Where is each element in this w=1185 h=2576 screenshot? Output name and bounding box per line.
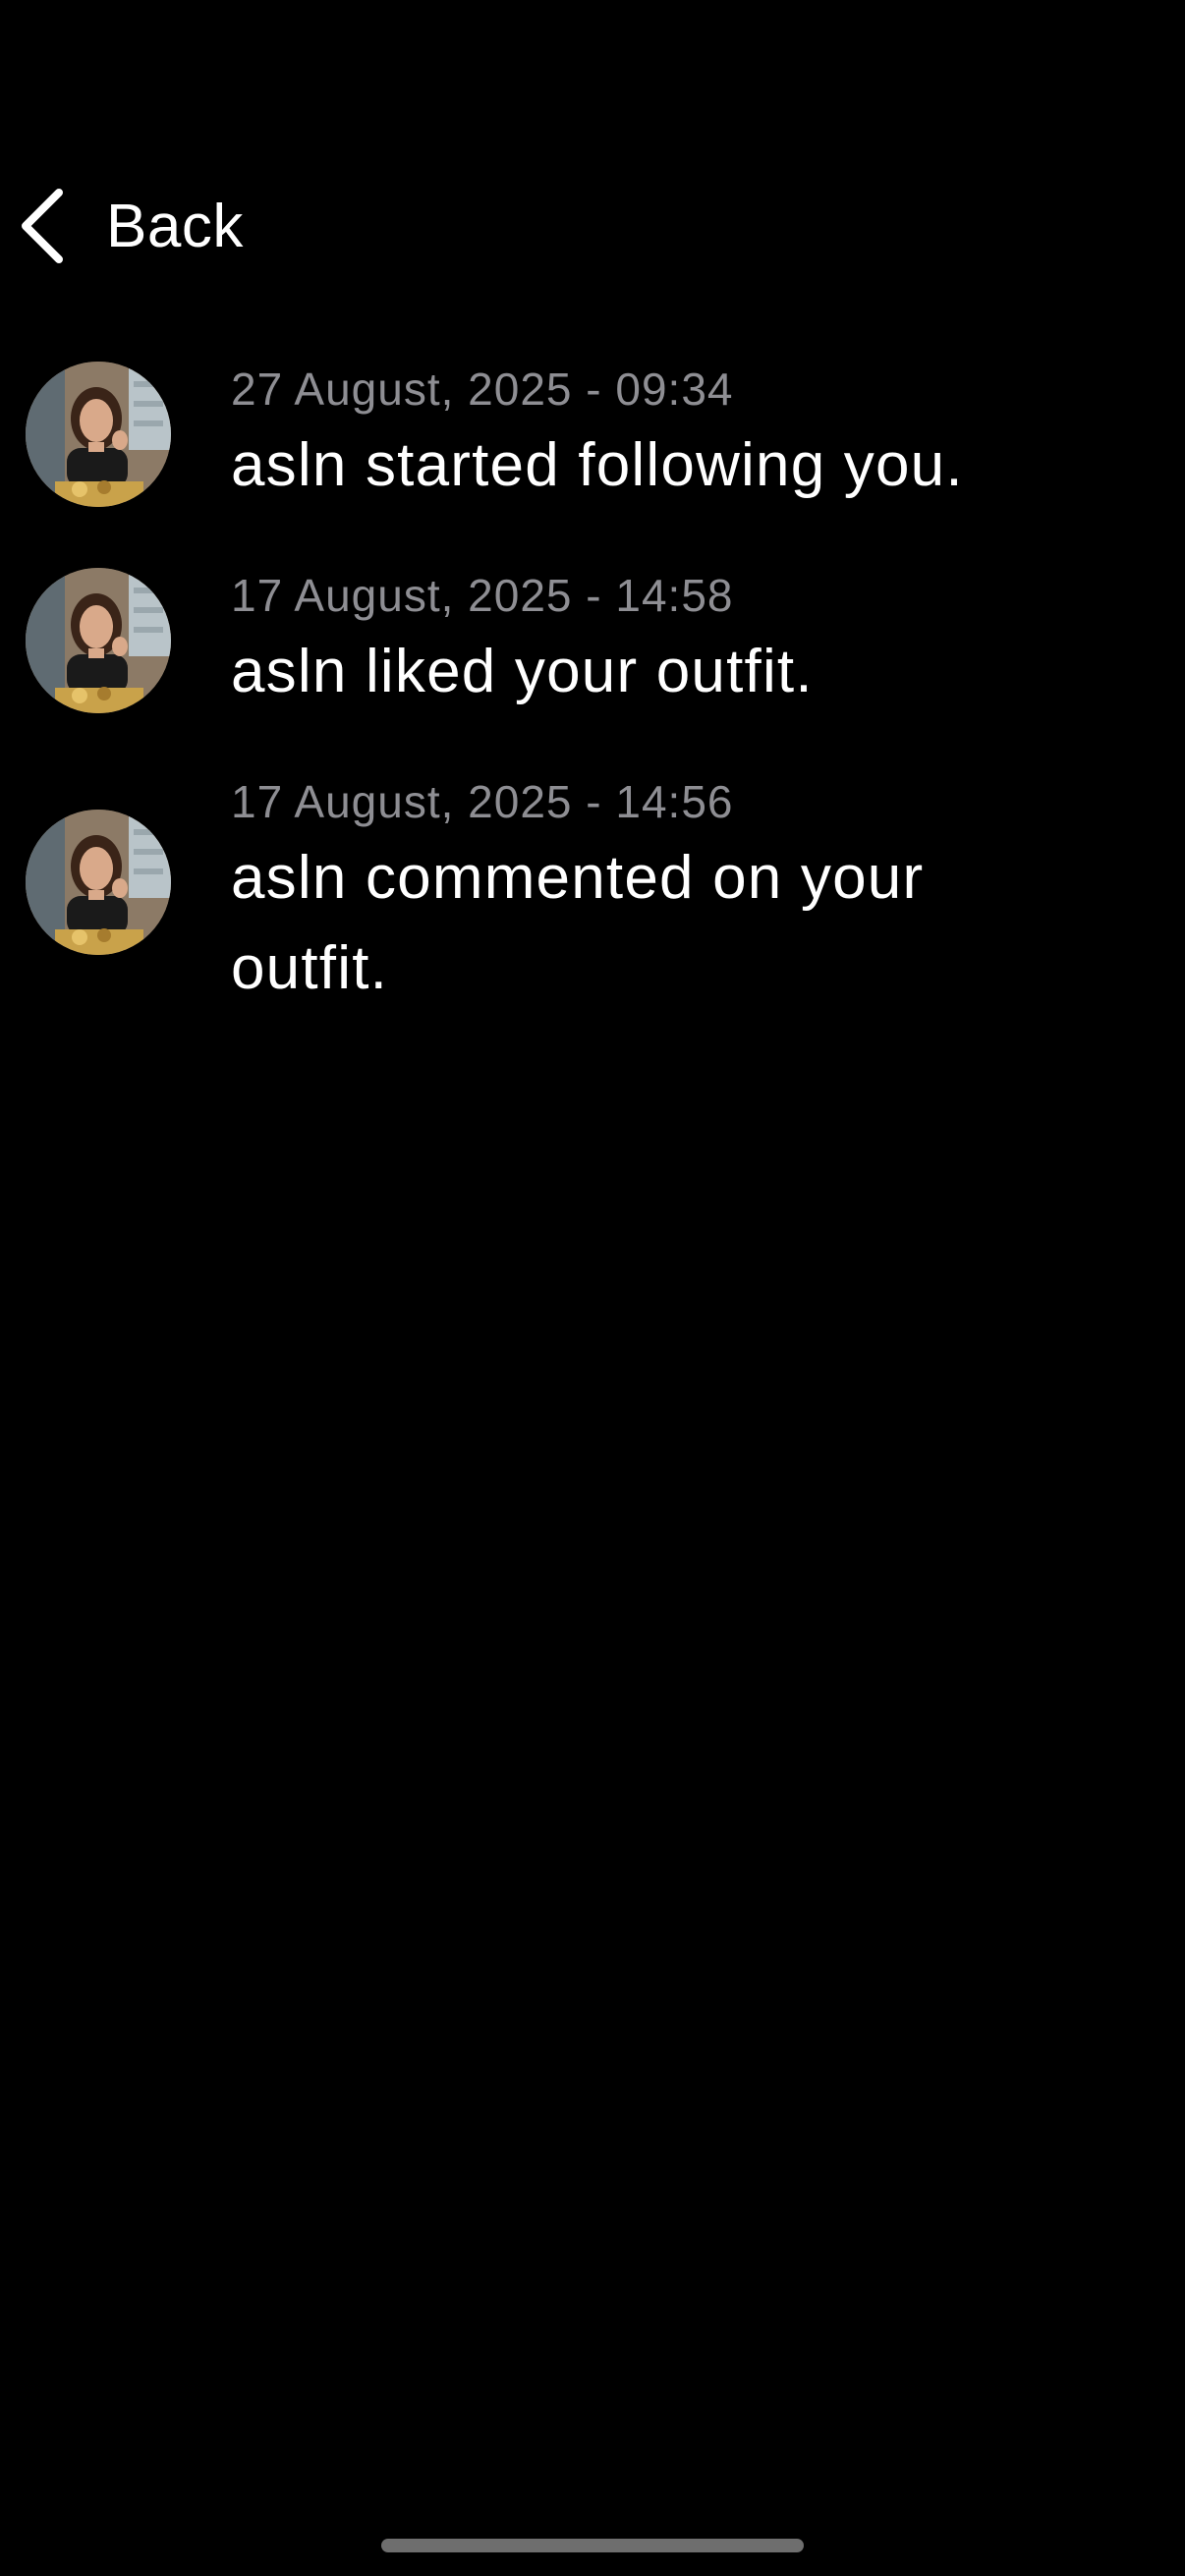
- notification-message: asln started following you.: [231, 431, 964, 499]
- user-avatar[interactable]: [26, 568, 171, 713]
- notification-message: asln liked your outfit.: [231, 638, 814, 705]
- notification-item[interactable]: 27 August, 2025 - 09:34 asln started fol…: [0, 358, 1185, 564]
- user-avatar[interactable]: [26, 362, 171, 507]
- back-button[interactable]: Back: [20, 187, 244, 265]
- back-label[interactable]: Back: [106, 192, 244, 261]
- chevron-left-icon[interactable]: [20, 187, 69, 265]
- notification-message: asln commented on your outfit.: [231, 844, 925, 1002]
- notification-timestamp: 27 August, 2025 - 09:34: [231, 364, 734, 415]
- notification-timestamp: 17 August, 2025 - 14:58: [231, 570, 734, 621]
- user-avatar[interactable]: [26, 810, 171, 955]
- notification-list: 27 August, 2025 - 09:34 asln started fol…: [0, 358, 1185, 1026]
- notification-item[interactable]: 17 August, 2025 - 14:56 asln commented o…: [0, 770, 1185, 1026]
- home-indicator[interactable]: [381, 2539, 804, 2552]
- notification-timestamp: 17 August, 2025 - 14:56: [231, 776, 734, 827]
- notification-item[interactable]: 17 August, 2025 - 14:58 asln liked your …: [0, 564, 1185, 770]
